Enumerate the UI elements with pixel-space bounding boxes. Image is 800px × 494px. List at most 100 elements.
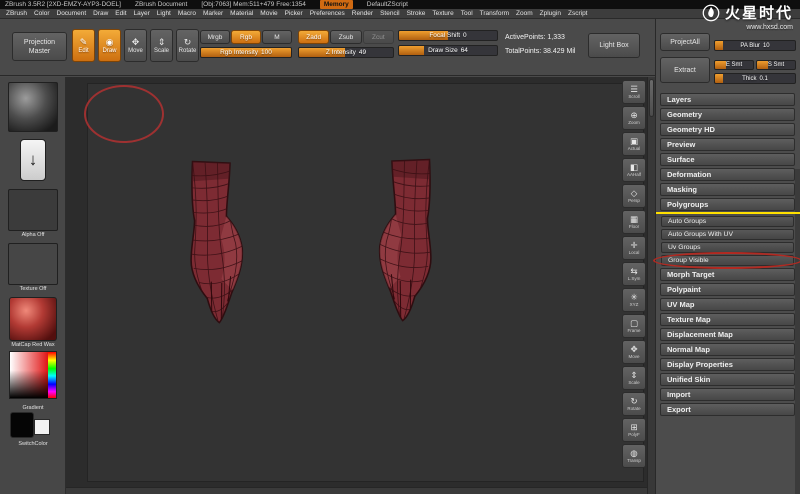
slider-label: PA Blur 10 xyxy=(715,41,795,50)
menu-item[interactable]: Stroke xyxy=(407,10,426,17)
shelf-icon-button[interactable]: ⊕ Zoom xyxy=(622,106,646,130)
menu-item[interactable]: Render xyxy=(352,10,373,17)
tool-section-button[interactable]: Morph Target xyxy=(660,268,795,281)
current-tool-thumbnail[interactable] xyxy=(8,82,58,132)
hue-strip[interactable] xyxy=(48,352,56,398)
shelf-icon-button[interactable]: ⇕ Scale xyxy=(622,366,646,390)
menu-item[interactable]: Color xyxy=(34,10,50,17)
shelf-icon-button[interactable]: ◇ Persp xyxy=(622,184,646,208)
tool-section-button[interactable]: UV Map xyxy=(660,298,795,311)
paint-mode-button[interactable]: M xyxy=(262,30,292,44)
shelf-icon-button[interactable]: ▣ Actual xyxy=(622,132,646,156)
tool-section-button[interactable]: Texture Map xyxy=(660,313,795,326)
menu-item[interactable]: Edit xyxy=(115,10,126,17)
tool-section-button[interactable]: Group Visible xyxy=(653,252,800,269)
menu-item[interactable]: Layer xyxy=(134,10,150,17)
texture-thumbnail[interactable] xyxy=(8,243,58,285)
shelf-icon-button[interactable]: ✥ Move xyxy=(622,340,646,364)
shelf-icon-button[interactable]: ⊞ PolyF xyxy=(622,418,646,442)
shelf-icon-button[interactable]: ✳ XYZ xyxy=(622,288,646,312)
main-color-swatch[interactable] xyxy=(10,412,34,438)
shelf-icon-button[interactable]: ⇆ L.Sym xyxy=(622,262,646,286)
tool-section-button[interactable]: Import xyxy=(660,388,795,401)
mode-button[interactable]: ◉ Draw xyxy=(98,29,121,62)
mode-button[interactable]: ✥ Move xyxy=(124,29,147,62)
e-smt-slider[interactable]: E Smt xyxy=(714,60,754,70)
mode-button[interactable]: ⇕ Scale xyxy=(150,29,173,62)
switch-color-label[interactable]: SwitchColor xyxy=(18,441,47,447)
project-all-button[interactable]: ProjectAll xyxy=(660,33,710,51)
sculpt-mode-button[interactable]: Zsub xyxy=(330,30,362,44)
shelf-icon-button[interactable]: ☰ Scroll xyxy=(622,80,646,104)
tool-section-button[interactable]: Normal Map xyxy=(660,343,795,356)
menu-item[interactable]: Macro xyxy=(178,10,196,17)
focal-shift-slider[interactable]: Focal Shift 0 xyxy=(398,30,498,41)
menu-item[interactable]: Preferences xyxy=(310,10,345,17)
vertical-scrollbar[interactable] xyxy=(647,77,655,494)
color-picker[interactable] xyxy=(9,351,57,399)
mode-button[interactable]: ↻ Rotate xyxy=(176,29,199,62)
menu-item[interactable]: Zplugin xyxy=(540,10,561,17)
extract-button[interactable]: Extract xyxy=(660,57,710,83)
s-smt-slider[interactable]: S Smt xyxy=(756,60,796,70)
menu-item[interactable]: Movie xyxy=(260,10,277,17)
z-intensity-slider[interactable]: Z Intensity 49 xyxy=(298,47,394,58)
saturation-value-square[interactable] xyxy=(10,352,49,398)
menu-item[interactable]: Stencil xyxy=(380,10,400,17)
projection-master-button[interactable]: Projection Master xyxy=(12,32,67,61)
tool-section-button[interactable]: Display Properties xyxy=(660,358,795,371)
menu-item[interactable]: Zoom xyxy=(516,10,533,17)
memory-badge[interactable]: Memory xyxy=(319,0,353,9)
panel-scrollbar[interactable] xyxy=(795,169,800,494)
shelf-icon-button[interactable]: ▦ Floor xyxy=(622,210,646,234)
light-box-button[interactable]: Light Box xyxy=(588,33,640,58)
menu-item[interactable]: Light xyxy=(157,10,171,17)
mode-button[interactable]: ✎ Edit xyxy=(72,29,95,62)
shelf-icon-button[interactable]: ◧ AAHalf xyxy=(622,158,646,182)
tool-section-button[interactable]: Uv Groups xyxy=(661,242,794,253)
menu-item[interactable]: Texture xyxy=(432,10,453,17)
menu-item[interactable]: Transform xyxy=(480,10,509,17)
tool-section-button[interactable]: Polypaint xyxy=(660,283,795,296)
tool-section-button[interactable]: Auto Groups With UV xyxy=(661,229,794,240)
tool-section-button[interactable]: Export xyxy=(660,403,795,416)
draw-size-slider[interactable]: Draw Size 64 xyxy=(398,45,498,56)
secondary-color-swatch[interactable] xyxy=(34,419,50,435)
paint-mode-button[interactable]: Rgb xyxy=(231,30,261,44)
shelf-icon-button[interactable]: ↻ Rotate xyxy=(622,392,646,416)
pa-blur-slider[interactable]: PA Blur 10 xyxy=(714,40,796,51)
tool-section-button[interactable]: Layers xyxy=(660,93,795,106)
menu-item[interactable]: ZBrush xyxy=(6,10,27,17)
menu-item[interactable]: Marker xyxy=(203,10,223,17)
sculpt-mode-button[interactable]: Zcut xyxy=(362,30,394,44)
menu-item[interactable]: Draw xyxy=(93,10,108,17)
scrollbar-handle[interactable] xyxy=(649,79,654,117)
tool-section-button[interactable]: Deformation xyxy=(660,168,795,181)
tool-section-button[interactable]: Geometry xyxy=(660,108,795,121)
tool-section-button[interactable]: Masking xyxy=(660,183,795,196)
paint-mode-button[interactable]: Mrgb xyxy=(200,30,230,44)
tool-section-button[interactable]: Auto Groups xyxy=(661,216,794,227)
stroke-thumbnail[interactable]: ↓ xyxy=(20,139,46,181)
tool-section-button[interactable]: Surface xyxy=(660,153,795,166)
sculpt-mode-button[interactable]: Zadd xyxy=(298,30,330,44)
shelf-icon-button[interactable]: ◍ Transp xyxy=(622,444,646,468)
menu-item[interactable]: Picker xyxy=(285,10,303,17)
alpha-thumbnail[interactable] xyxy=(8,189,58,231)
tool-section-button[interactable]: Unified Skin xyxy=(660,373,795,386)
document-canvas[interactable] xyxy=(66,77,648,494)
thick-slider[interactable]: Thick 0.1 xyxy=(714,73,796,84)
horizontal-scrollbar[interactable] xyxy=(66,487,648,494)
menu-item[interactable]: Document xyxy=(57,10,87,17)
menu-item[interactable]: Material xyxy=(230,10,253,17)
tool-section-button[interactable]: Geometry HD xyxy=(660,123,795,136)
menu-item[interactable]: Zscript xyxy=(568,10,588,17)
rgb-intensity-slider[interactable]: Rgb Intensity 100 xyxy=(200,47,292,58)
material-thumbnail[interactable] xyxy=(9,297,57,341)
tool-section-button[interactable]: Preview xyxy=(660,138,795,151)
shelf-icon-button[interactable]: ▢ Frame xyxy=(622,314,646,338)
shelf-icon-button[interactable]: ✛ Local xyxy=(622,236,646,260)
tool-section-button[interactable]: Displacement Map xyxy=(660,328,795,341)
menu-item[interactable]: Tool xyxy=(461,10,473,17)
tool-section-button[interactable]: Polygroups xyxy=(656,198,800,214)
